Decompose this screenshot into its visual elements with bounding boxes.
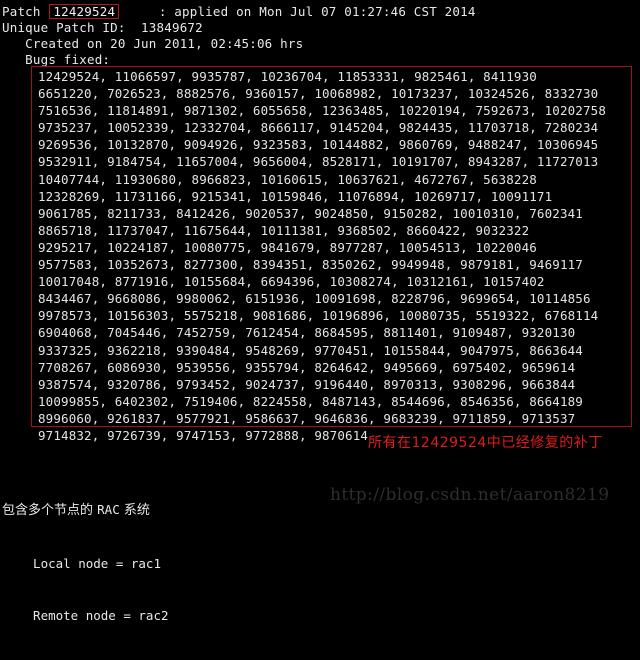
bug-list-line: 9061785, 8211733, 8412426, 9020537, 9024…	[38, 205, 583, 221]
bug-list-line: 12328269, 11731166, 9215341, 10159846, 1…	[38, 188, 553, 204]
bug-list-line: 9577583, 10352673, 8277300, 8394351, 835…	[38, 257, 583, 273]
remote-node-line: Remote node = rac2	[18, 608, 169, 623]
bug-list-line: 6651220, 7026523, 8882576, 9360157, 1006…	[38, 86, 599, 102]
bug-list-line: 10407744, 11930680, 8966823, 10160615, 1…	[38, 171, 537, 187]
bug-list-line: 9978573, 10156303, 5575218, 9081686, 101…	[38, 308, 599, 324]
local-node-line: Local node = rac1	[18, 555, 161, 571]
bug-list-line: 8996060, 9261837, 9577921, 9586637, 9646…	[38, 410, 576, 426]
bug-list-line: 9269536, 10132870, 9094926, 9323583, 101…	[38, 137, 599, 153]
rac-prefix-text: 包含多个节点的	[2, 503, 98, 518]
patch-id-highlight: 12429524	[49, 4, 120, 19]
bug-list-line: 9532911, 9184754, 11657004, 9656004, 852…	[38, 154, 599, 170]
bug-list-line: 9337325, 9362218, 9390484, 9548269, 9770…	[38, 342, 583, 358]
bug-list-line: 9387574, 9320786, 9793452, 9024737, 9196…	[38, 376, 576, 392]
bug-list-line: 7708267, 6086930, 9539556, 9355794, 8264…	[38, 359, 576, 375]
bug-list-line: 10099855, 6402302, 7519406, 8224558, 848…	[38, 393, 583, 409]
rac-acronym: RAC	[97, 502, 120, 517]
bug-list-line: 9295217, 10224187, 10080775, 9841679, 89…	[38, 239, 537, 255]
bugs-fixed-label: Bugs fixed:	[2, 52, 111, 67]
patch-label: Patch	[2, 4, 41, 19]
rac-system-line: 包含多个节点的 RAC 系统	[2, 501, 169, 520]
bugs-fixed-list: 12429524, 11066597, 9935787, 10236704, 1…	[38, 68, 638, 444]
unique-patch-id-line: Unique Patch ID: 13849672	[2, 20, 203, 35]
bug-list-line: 9735237, 10052339, 12332704, 8666117, 91…	[38, 120, 599, 136]
terminal-window: Patch 12429524 : applied on Mon Jul 07 0…	[0, 0, 640, 623]
rac-footer-block: 包含多个节点的 RAC 系统 Local node = rac1 Remote …	[2, 466, 169, 660]
bug-list-line: 8865718, 11737047, 11675644, 10111381, 9…	[38, 222, 530, 238]
created-on-line: Created on 20 Jun 2011, 02:45:06 hrs	[2, 36, 304, 51]
rac-suffix-text: 系统	[119, 503, 150, 518]
annotation-chinese-note: 所有在12429524中已经修复的补丁	[368, 435, 603, 451]
bug-list-line: 10017048, 8771916, 10155684, 6694396, 10…	[38, 274, 545, 290]
patch-header-line: Patch 12429524 : applied on Mon Jul 07 0…	[2, 4, 476, 20]
patch-applied-text: : applied on Mon Jul 07 01:27:46 CST 201…	[158, 4, 476, 19]
bug-list-line: 12429524, 11066597, 9935787, 10236704, 1…	[38, 69, 537, 84]
blog-url-watermark: http://blog.csdn.net/aaron8219	[330, 485, 610, 505]
bug-list-line: 8434467, 9668086, 9980062, 6151936, 1009…	[38, 291, 591, 307]
bug-list-line: 6904068, 7045446, 7452759, 7612454, 8684…	[38, 325, 576, 341]
bug-list-line: 7516536, 11814891, 9871302, 6055658, 123…	[38, 103, 606, 119]
